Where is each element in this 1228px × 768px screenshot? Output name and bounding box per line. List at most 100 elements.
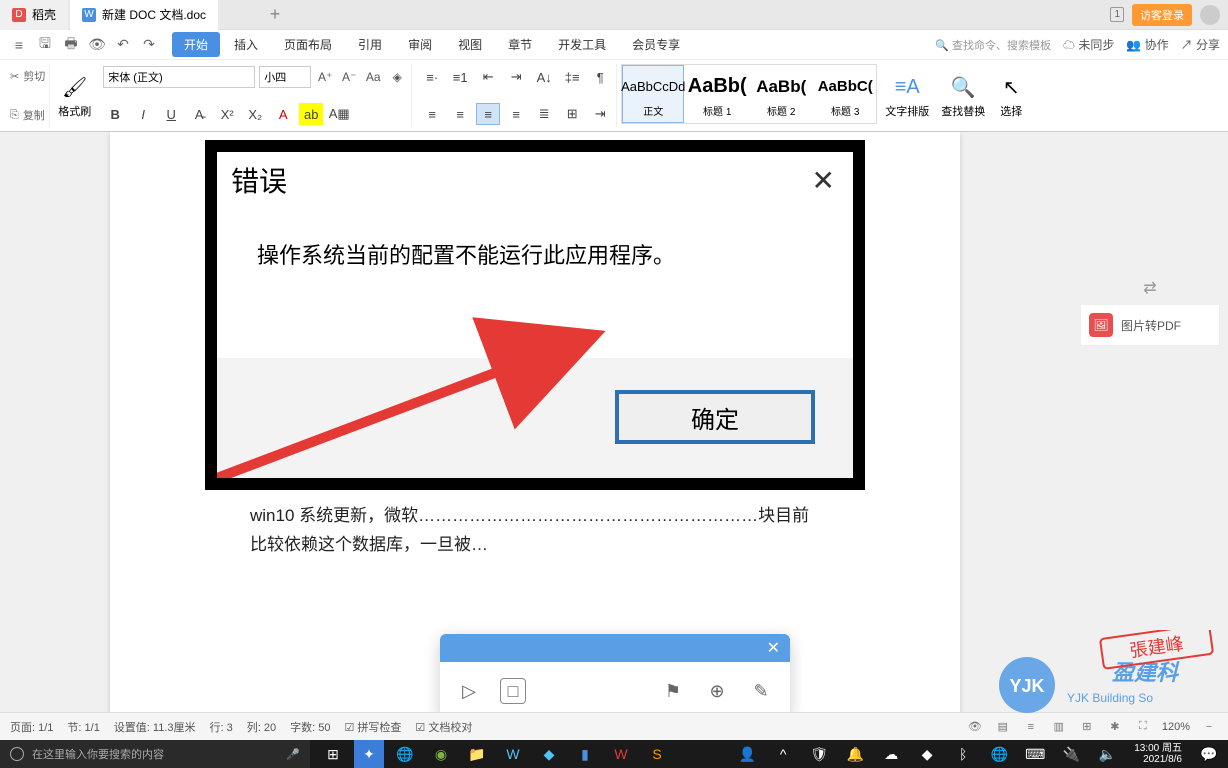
tray-kb-icon[interactable]: ⌨ — [1020, 740, 1050, 768]
menu-file-icon[interactable]: ≡ — [8, 34, 30, 56]
zoom-out-icon[interactable]: − — [1200, 718, 1218, 736]
view-read-icon[interactable]: ▥ — [1050, 718, 1068, 736]
undo-icon[interactable]: ↶ — [112, 34, 134, 56]
line-spacing-button[interactable]: ‡≡ — [560, 66, 584, 88]
cut-button[interactable]: ✂ 剪切 — [10, 66, 45, 86]
tray-bt-icon[interactable]: ᛒ — [948, 740, 978, 768]
sogou-icon[interactable]: S — [642, 740, 672, 768]
menu-tab-layout[interactable]: 页面布局 — [272, 32, 344, 57]
find-replace-button[interactable]: 🔍 查找替换 — [937, 64, 989, 128]
zoom-icon[interactable]: ⊕ — [704, 678, 730, 704]
share-button[interactable]: ↗ 分享 — [1181, 36, 1220, 53]
fit-icon[interactable]: ⛶ — [1134, 718, 1152, 736]
eye-icon[interactable]: 👁 — [966, 718, 984, 736]
yjk-icon[interactable]: W — [498, 740, 528, 768]
numbering-button[interactable]: ≡1 — [448, 66, 472, 88]
mic-icon[interactable]: 🎤 — [286, 748, 300, 761]
menu-tab-ref[interactable]: 引用 — [346, 32, 394, 57]
page[interactable]: 错误 ✕ 操作系统当前的配置不能运行此应用程序。 确定 win10 系统更新，微… — [110, 132, 960, 712]
paragraph-mark-button[interactable]: ¶ — [588, 66, 612, 88]
save-icon[interactable]: 🖫 — [34, 34, 56, 56]
status-proof[interactable]: ☑ 文档校对 — [415, 719, 472, 735]
panel-collapse-icon[interactable]: ⇄ — [1080, 272, 1220, 304]
app2-icon[interactable]: ◆ — [534, 740, 564, 768]
guest-login-button[interactable]: 访客登录 — [1132, 4, 1192, 26]
tray-net-icon[interactable]: 🌐 — [984, 740, 1014, 768]
font-family-select[interactable] — [103, 66, 255, 88]
increase-font-icon[interactable]: A⁺ — [315, 67, 335, 87]
align-left-button[interactable]: ≡ — [420, 103, 444, 125]
print-preview-icon[interactable]: 👁 — [86, 34, 108, 56]
redo-icon[interactable]: ↷ — [138, 34, 160, 56]
tray-vol-icon[interactable]: 🔈 — [1092, 740, 1122, 768]
notification-icon[interactable]: 💬 — [1194, 740, 1224, 768]
app-icon[interactable]: ✦ — [354, 740, 384, 768]
chrome-icon[interactable]: 🌐 — [390, 740, 420, 768]
tab-daoke[interactable]: D 稻壳 — [0, 0, 68, 30]
tray-app-icon[interactable]: ◆ — [912, 740, 942, 768]
tray-power-icon[interactable]: 🔌 — [1056, 740, 1086, 768]
font-color-button[interactable]: A — [271, 103, 295, 125]
highlight-button[interactable]: ab — [299, 103, 323, 125]
subscript-button[interactable]: X₂ — [243, 103, 267, 125]
align-right-button[interactable]: ≡ — [476, 103, 500, 125]
font-size-select[interactable] — [259, 66, 311, 88]
people-icon[interactable]: 👤 — [732, 740, 762, 768]
borders-button[interactable]: ⊞ — [560, 103, 584, 125]
style-heading3[interactable]: AaBbC( 标题 3 — [814, 65, 876, 123]
taskbar-search[interactable]: 在这里输入你要搜索的内容 🎤 — [0, 740, 310, 768]
menu-tab-insert[interactable]: 插入 — [222, 32, 270, 57]
shading-button[interactable]: A▦ — [327, 103, 351, 125]
image-to-pdf-button[interactable]: 🖼 图片转PDF — [1080, 304, 1220, 346]
browser-icon[interactable]: ◉ — [426, 740, 456, 768]
floating-recorder-toolbar[interactable]: ✕ ▷ □ ⚑ ⊕ ✎ — [440, 634, 790, 712]
floating-toolbar-header[interactable]: ✕ — [440, 634, 790, 662]
pencil-icon[interactable]: ✎ — [748, 678, 774, 704]
play-icon[interactable]: ▷ — [456, 678, 482, 704]
copy-button[interactable]: ⎘ 复制 — [10, 105, 45, 125]
menu-tab-review[interactable]: 审阅 — [396, 32, 444, 57]
zoom-level[interactable]: 120% — [1162, 721, 1190, 733]
decrease-font-icon[interactable]: A⁻ — [339, 67, 359, 87]
indent-inc-button[interactable]: ⇥ — [504, 66, 528, 88]
bold-button[interactable]: B — [103, 103, 127, 125]
menu-tab-start[interactable]: 开始 — [172, 32, 220, 57]
align-justify-button[interactable]: ≡ — [504, 103, 528, 125]
command-search[interactable]: 🔍 查找命令、搜索模板 — [935, 37, 1051, 53]
status-spell[interactable]: ☑ 拼写检查 — [344, 719, 401, 735]
tray-cloud-icon[interactable]: ☁ — [876, 740, 906, 768]
task-view-icon[interactable]: ⊞ — [318, 740, 348, 768]
stop-icon[interactable]: □ — [500, 678, 526, 704]
view-outline-icon[interactable]: ≡ — [1022, 718, 1040, 736]
collab-button[interactable]: 👥 协作 — [1126, 36, 1168, 53]
avatar[interactable] — [1200, 5, 1220, 25]
new-tab-button[interactable]: + — [260, 4, 290, 25]
italic-button[interactable]: I — [131, 103, 155, 125]
phone-icon[interactable]: ▮ — [570, 740, 600, 768]
view-page-icon[interactable]: ▤ — [994, 718, 1012, 736]
status-words[interactable]: 字数: 50 — [290, 719, 330, 735]
tray-bell-icon[interactable]: 🔔 — [840, 740, 870, 768]
tab-button[interactable]: ⇥ — [588, 103, 612, 125]
align-center-button[interactable]: ≡ — [448, 103, 472, 125]
document-body-text[interactable]: win10 系统更新，微软……………………………………………………块目前比较依赖… — [110, 502, 960, 560]
strike-button[interactable]: A̵ — [187, 103, 211, 125]
explorer-icon[interactable]: 📁 — [462, 740, 492, 768]
style-heading1[interactable]: AaBb( 标题 1 — [686, 65, 748, 123]
underline-button[interactable]: U — [159, 103, 183, 125]
view-web-icon[interactable]: ⊞ — [1078, 718, 1096, 736]
format-painter-button[interactable]: 🖌 格式刷 — [54, 64, 95, 128]
menu-tab-chapter[interactable]: 章节 — [496, 32, 544, 57]
print-icon[interactable]: 🖶 — [60, 34, 82, 56]
sync-status[interactable]: ☁ 未同步 — [1063, 36, 1114, 53]
style-normal[interactable]: AaBbCcDd 正文 — [622, 65, 684, 123]
tray-up-icon[interactable]: ^ — [768, 740, 798, 768]
distribute-button[interactable]: ≣ — [532, 103, 556, 125]
sort-button[interactable]: A↓ — [532, 66, 556, 88]
wps-icon[interactable]: W — [606, 740, 636, 768]
bullets-button[interactable]: ≡· — [420, 66, 444, 88]
select-button[interactable]: ↖ 选择 — [993, 64, 1029, 128]
style-heading2[interactable]: AaBb( 标题 2 — [750, 65, 812, 123]
taskbar-clock[interactable]: 13:00 周五 2021/8/6 — [1128, 743, 1188, 765]
tray-shield-icon[interactable]: 🛡 — [804, 740, 834, 768]
